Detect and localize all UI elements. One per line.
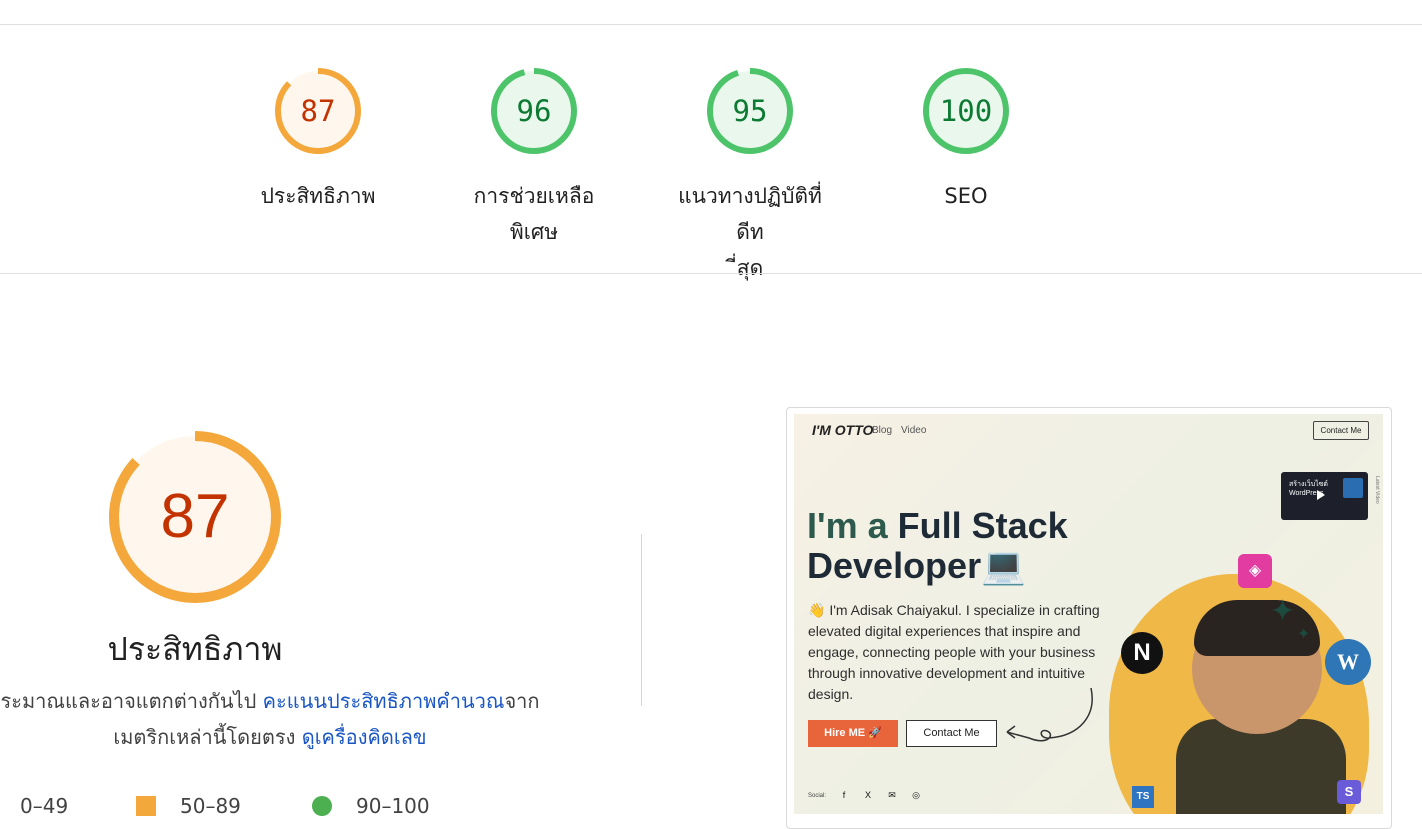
legend-average: 50–89 xyxy=(180,794,241,818)
top-divider xyxy=(0,24,1422,25)
gauge-1[interactable]: 96 การช่วยเหลือพิเศษ xyxy=(454,66,614,250)
site-latest-video-thumbnail: สร้างเว็บไซต์ WordPress xyxy=(1281,472,1368,520)
desc-text-line2: เมตริกเหล่านี้โดยตรง xyxy=(113,725,302,749)
email-icon: ✉ xyxy=(888,790,896,800)
desc-text-mid: จาก xyxy=(504,689,540,713)
calculator-link[interactable]: ดูเครื่องคิดเลข xyxy=(302,725,427,749)
site-contact-button: Contact Me xyxy=(906,720,997,747)
legend-average-square-icon xyxy=(136,796,156,816)
gauge-3[interactable]: 100 SEO xyxy=(886,66,1046,214)
wordpress-badge-icon: W xyxy=(1325,639,1371,685)
gauge-2[interactable]: 95 แนวทางปฏิบัติที่ดีที่สุด xyxy=(670,66,830,286)
performance-score-gauge: 87 xyxy=(103,425,287,609)
wordpress-logo-icon xyxy=(1343,478,1363,498)
legend-fail: 0–49 xyxy=(20,794,69,818)
s-logo-icon: S xyxy=(1337,780,1361,804)
desc-text-prefix: ระมาณและอาจแตกต่างกันไป xyxy=(0,689,263,713)
site-logo: I'M OTTO xyxy=(812,422,874,438)
gauge-label: ประสิทธิภาพ xyxy=(260,184,376,208)
performance-title: ประสิทธิภาพ xyxy=(107,630,283,668)
gauge-score: 87 xyxy=(300,94,336,128)
graphql-logo-icon: ◈ xyxy=(1238,554,1272,588)
final-screenshot[interactable]: I'M OTTO Blog Video Contact Me สร้างเว็บ… xyxy=(794,414,1383,814)
typescript-logo-icon: TS xyxy=(1132,786,1154,808)
gauge-ring: 100 xyxy=(921,66,1011,156)
performance-score: 87 xyxy=(160,482,230,551)
site-nav-video: Video xyxy=(901,425,927,436)
site-contact-top-button: Contact Me xyxy=(1313,421,1369,440)
legend-pass: 90–100 xyxy=(356,794,430,818)
curly-arrow-icon xyxy=(1006,687,1093,742)
score-calculation-link[interactable]: คะแนนประสิทธิภาพคำนวณ xyxy=(263,689,505,713)
score-legend: 0–49 50–89 90–100 xyxy=(0,788,500,818)
latest-video-label: Latest Video xyxy=(1374,476,1380,504)
instagram-icon: ◎ xyxy=(912,790,920,800)
gauge-0[interactable]: 87 ประสิทธิภาพ xyxy=(238,66,398,214)
site-nav-blog: Blog xyxy=(872,425,893,436)
gauge-score: 100 xyxy=(939,94,993,128)
vertical-divider xyxy=(641,534,642,706)
headline-highlight: I'm a xyxy=(807,505,898,546)
section-divider xyxy=(0,273,1422,274)
site-social-label: Social: xyxy=(808,793,827,799)
headline-line2: Developer💻 xyxy=(807,545,1026,586)
x-icon: X xyxy=(864,790,871,800)
gauge-ring: 95 xyxy=(705,66,795,156)
site-hire-button: Hire ME 🚀 xyxy=(808,720,898,747)
gauge-ring: 96 xyxy=(489,66,579,156)
performance-description: ระมาณและอาจแตกต่างกันไป คะแนนประสิทธิภาพ… xyxy=(0,683,560,755)
gauge-score: 95 xyxy=(732,94,768,128)
site-headline: I'm a Full Stack Developer💻 xyxy=(807,506,1068,586)
facebook-icon: f xyxy=(842,790,846,800)
gauge-label: แนวทางปฏิบัติที่ดีที่สุด xyxy=(678,184,822,280)
gauge-score: 96 xyxy=(516,94,552,128)
sparkle-icon: ✦ xyxy=(1270,595,1296,628)
gauge-label: การช่วยเหลือพิเศษ xyxy=(473,184,595,244)
nextjs-logo-icon: N xyxy=(1121,632,1163,674)
gauge-label: SEO xyxy=(944,184,988,208)
headline-line1: Full Stack xyxy=(897,505,1068,546)
sparkle-small-icon: ✦ xyxy=(1297,626,1311,643)
gauge-ring: 87 xyxy=(273,66,363,156)
legend-pass-circle-icon xyxy=(312,796,332,816)
play-icon xyxy=(1317,490,1325,500)
video-title: สร้างเว็บไซต์ WordPress xyxy=(1289,481,1328,497)
